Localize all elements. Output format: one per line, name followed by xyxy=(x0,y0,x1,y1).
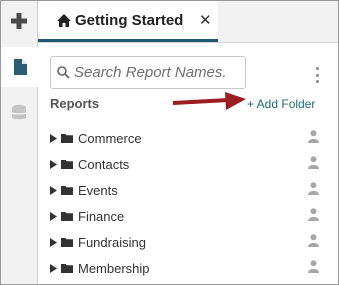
search-icon xyxy=(57,66,70,79)
left-rail xyxy=(1,1,38,284)
user-icon xyxy=(308,182,319,200)
folder-icon xyxy=(61,159,73,169)
tab-title: Getting Started xyxy=(75,11,184,29)
reports-panel: Getting Started ✕ Reports + Add Folder C… xyxy=(0,0,339,285)
database-icon xyxy=(12,104,26,120)
folder-row-events[interactable]: Events xyxy=(50,177,330,203)
expand-caret-icon[interactable] xyxy=(50,211,59,221)
folder-row-commerce[interactable]: Commerce xyxy=(50,125,330,151)
folder-icon xyxy=(61,211,73,221)
folder-icon xyxy=(61,237,73,247)
folder-list: Commerce Contacts Events Finance Fundrai… xyxy=(50,125,330,281)
expand-caret-icon[interactable] xyxy=(50,133,59,143)
home-icon xyxy=(57,13,71,27)
expand-caret-icon[interactable] xyxy=(50,159,59,169)
search-box xyxy=(50,56,246,89)
annotation-arrow-icon xyxy=(172,92,246,110)
user-icon xyxy=(308,208,319,226)
expand-caret-icon[interactable] xyxy=(50,237,59,247)
reports-nav-button[interactable] xyxy=(1,47,38,87)
expand-caret-icon[interactable] xyxy=(50,185,59,195)
user-icon xyxy=(308,130,319,148)
new-item-button[interactable] xyxy=(1,1,37,41)
user-icon xyxy=(308,234,319,252)
search-input[interactable] xyxy=(74,64,244,81)
close-icon[interactable]: ✕ xyxy=(199,11,212,29)
folder-row-finance[interactable]: Finance xyxy=(50,203,330,229)
folder-icon xyxy=(61,185,73,195)
folder-label: Finance xyxy=(78,208,125,224)
add-folder-link[interactable]: + Add Folder xyxy=(247,97,315,111)
folder-row-fundraising[interactable]: Fundraising xyxy=(50,229,330,255)
more-options-icon[interactable] xyxy=(313,67,321,83)
tab-getting-started[interactable]: Getting Started ✕ xyxy=(38,1,218,42)
folder-icon xyxy=(61,133,73,143)
tab-bar: Getting Started ✕ xyxy=(38,1,338,43)
folder-label: Membership xyxy=(78,260,150,276)
folder-icon xyxy=(61,263,73,273)
document-icon xyxy=(13,59,27,75)
user-icon xyxy=(308,260,319,278)
folder-row-membership[interactable]: Membership xyxy=(50,255,330,281)
folder-row-contacts[interactable]: Contacts xyxy=(50,151,330,177)
user-icon xyxy=(308,156,319,174)
plus-icon xyxy=(11,13,27,29)
reports-heading: Reports xyxy=(50,96,100,111)
expand-caret-icon[interactable] xyxy=(50,263,59,273)
folder-label: Fundraising xyxy=(78,234,146,250)
folder-label: Events xyxy=(78,182,118,198)
data-nav-button[interactable] xyxy=(1,93,37,133)
folder-label: Contacts xyxy=(78,156,130,172)
folder-label: Commerce xyxy=(78,130,142,146)
